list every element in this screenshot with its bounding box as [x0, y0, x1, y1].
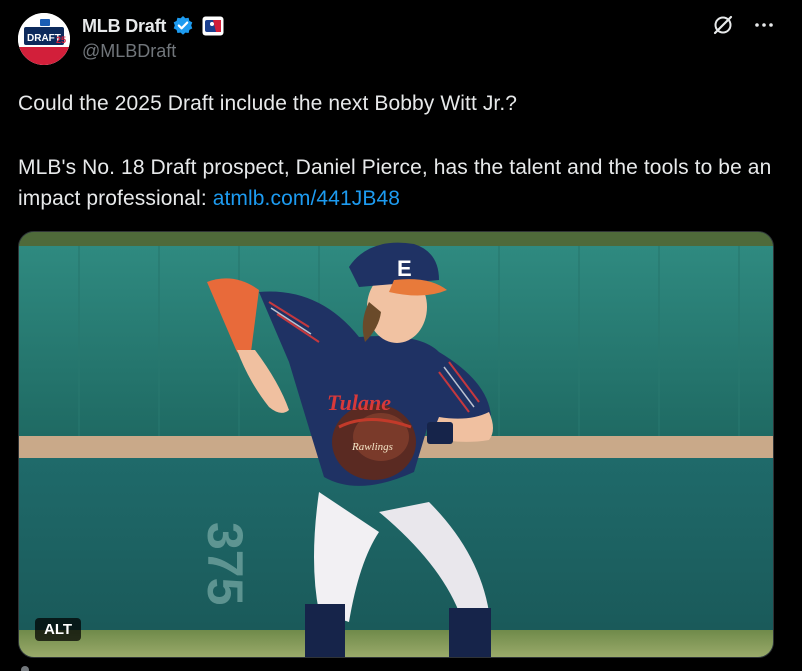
- tweet-media-photo[interactable]: 375 Rawlings Tulane E ALT: [18, 231, 774, 658]
- alt-text-button[interactable]: ALT: [35, 618, 82, 641]
- verified-badge-icon[interactable]: [172, 15, 194, 37]
- tweet-actions: [712, 14, 774, 41]
- author-display-name[interactable]: MLB Draft: [82, 16, 166, 37]
- author-name-row: MLB Draft: [82, 14, 224, 38]
- more-horizontal-icon[interactable]: [754, 15, 774, 40]
- bottom-cutoff-strip: [18, 660, 318, 671]
- author-handle[interactable]: @MLBDraft: [82, 41, 176, 62]
- tweet-text: Could the 2025 Draft include the next Bo…: [18, 88, 788, 214]
- tweet-text-line2: MLB's No. 18 Draft prospect, Daniel Pier…: [18, 152, 788, 214]
- baseball-player-photo: 375 Rawlings Tulane E: [19, 232, 773, 657]
- mlb-affiliate-icon[interactable]: [202, 16, 224, 36]
- grok-icon[interactable]: [712, 14, 734, 41]
- svg-text:25: 25: [56, 35, 66, 45]
- dot-icon: [21, 666, 29, 671]
- tweet-link[interactable]: atmlb.com/441JB48: [213, 187, 400, 210]
- cap-letter: E: [397, 256, 412, 281]
- jersey-script-label: Tulane: [327, 390, 391, 415]
- tweet-card: DRAFT 25 MLB Draft @MLBDraft Could the 2…: [0, 0, 802, 671]
- glove-brand-label: Rawlings: [351, 441, 393, 453]
- author-avatar[interactable]: DRAFT 25: [18, 13, 70, 65]
- tweet-text-line1: Could the 2025 Draft include the next Bo…: [18, 92, 518, 115]
- mlb-draft-logo-icon: DRAFT 25: [18, 13, 70, 65]
- wall-distance-sign-vertical: 375: [197, 522, 253, 605]
